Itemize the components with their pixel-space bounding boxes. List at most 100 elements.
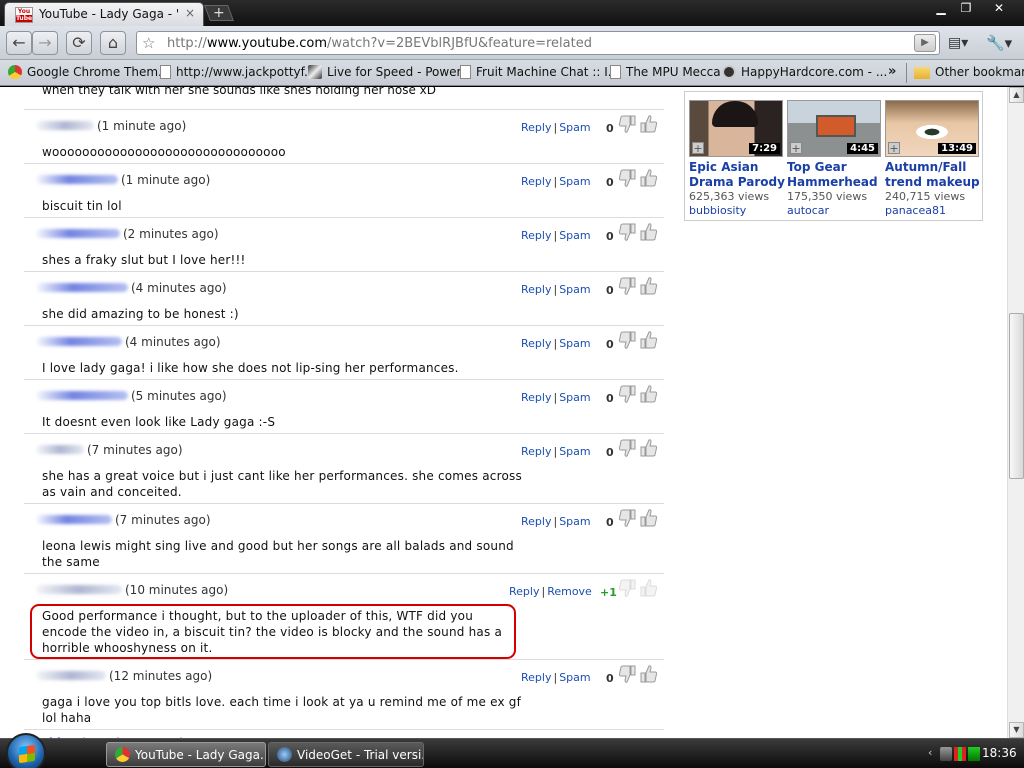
reply-link[interactable]: Reply — [521, 229, 551, 242]
restore-button[interactable]: ❐ — [953, 0, 979, 18]
thumbs-down-icon[interactable] — [618, 578, 636, 598]
vertical-scrollbar[interactable]: ▲ ▼ — [1007, 87, 1024, 738]
thumbs-down-icon[interactable] — [618, 508, 636, 528]
url-text[interactable]: http://www.youtube.com/watch?v=2BEVblRJB… — [167, 36, 592, 51]
blurred-username[interactable] — [36, 283, 128, 292]
blurred-username[interactable] — [36, 229, 120, 238]
thumbs-down-icon[interactable] — [618, 168, 636, 188]
scroll-up-arrow-icon[interactable]: ▲ — [1009, 87, 1024, 103]
thumbs-up-icon[interactable] — [640, 664, 658, 684]
video-thumbnail[interactable]: + 4:45 — [787, 100, 881, 157]
spam-link[interactable]: Spam — [559, 515, 590, 528]
video-thumbnail[interactable]: + 7:29 — [689, 100, 783, 157]
close-window-button[interactable]: ✕ — [985, 0, 1013, 18]
add-to-queue-icon[interactable]: + — [790, 142, 802, 154]
forward-button[interactable]: → — [32, 31, 58, 55]
thumbs-up-icon[interactable] — [640, 508, 658, 528]
video-title[interactable]: Top Gear Hammerhead — [787, 160, 883, 190]
thumbs-up-icon[interactable] — [640, 222, 658, 242]
new-tab-button[interactable]: + — [204, 5, 234, 21]
video-thumbnail[interactable]: + 13:49 — [885, 100, 979, 157]
spam-link[interactable]: Spam — [559, 229, 590, 242]
blurred-username[interactable] — [36, 445, 84, 454]
back-button[interactable]: ← — [6, 31, 32, 55]
thumbs-down-icon[interactable] — [618, 384, 636, 404]
bookmark-item[interactable]: Live for Speed - Power... — [308, 65, 472, 79]
reply-link[interactable]: Reply — [521, 671, 551, 684]
uploader-link[interactable]: bubbiosity — [689, 204, 785, 217]
wrench-menu-icon[interactable]: 🔧▾ — [986, 34, 1012, 52]
reply-link[interactable]: Reply — [521, 283, 551, 296]
blurred-username[interactable] — [36, 121, 94, 130]
page-menu-icon[interactable]: ▤▾ — [948, 35, 968, 51]
uploader-link[interactable]: autocar — [787, 204, 883, 217]
thumbs-down-icon[interactable] — [618, 276, 636, 296]
scrollbar-thumb[interactable] — [1009, 313, 1024, 479]
add-to-queue-icon[interactable]: + — [888, 142, 900, 154]
minimize-button[interactable]: ▁ — [928, 0, 954, 18]
blurred-username[interactable] — [36, 175, 118, 184]
bookmark-item[interactable]: The MPU Mecca — [610, 65, 721, 79]
other-bookmarks[interactable]: Other bookmarks — [914, 65, 1024, 79]
start-button[interactable] — [6, 733, 46, 768]
thumbs-up-icon[interactable] — [640, 276, 658, 296]
thumbs-up-icon[interactable] — [640, 438, 658, 458]
meter-icon[interactable] — [954, 747, 966, 761]
thumbs-up-icon[interactable] — [640, 168, 658, 188]
star-bookmark-icon[interactable]: ☆ — [142, 34, 155, 52]
taskbar-button-chrome[interactable]: YouTube - Lady Gaga... — [106, 742, 266, 767]
spam-link[interactable]: Spam — [559, 391, 590, 404]
video-title[interactable]: Autumn/Fall trend makeup — [885, 160, 981, 190]
thumbs-down-icon[interactable] — [618, 438, 636, 458]
volume-icon[interactable] — [968, 747, 980, 761]
spam-link[interactable]: Spam — [559, 283, 590, 296]
thumbs-down-icon[interactable] — [618, 330, 636, 350]
reply-link[interactable]: Reply — [521, 445, 551, 458]
thumbs-down-icon[interactable] — [618, 114, 636, 134]
home-button[interactable]: ⌂ — [100, 31, 126, 55]
thumbs-up-icon[interactable] — [640, 330, 658, 350]
address-bar[interactable]: ☆ http://www.youtube.com/watch?v=2BEVblR… — [136, 31, 940, 55]
taskbar-button-videoget[interactable]: VideoGet - Trial versi... — [268, 742, 424, 767]
bookmark-item[interactable]: Fruit Machine Chat :: I... — [460, 65, 619, 79]
blurred-username[interactable] — [36, 671, 106, 680]
reply-link[interactable]: Reply — [521, 391, 551, 404]
bookmark-item[interactable]: http://www.jackpottyf... — [160, 65, 315, 79]
reply-link[interactable]: Reply — [509, 585, 539, 598]
spam-link[interactable]: Spam — [559, 121, 590, 134]
bookmarks-overflow-chevron-icon[interactable]: » — [888, 64, 896, 79]
related-video[interactable]: + 4:45 Top Gear Hammerhead 175,350 views … — [787, 100, 883, 217]
related-video[interactable]: + 13:49 Autumn/Fall trend makeup 240,715 … — [885, 100, 981, 217]
clock[interactable]: 18:36 — [982, 746, 1017, 760]
add-to-queue-icon[interactable]: + — [692, 142, 704, 154]
blurred-username[interactable] — [36, 337, 122, 346]
reply-link[interactable]: Reply — [521, 175, 551, 188]
scroll-down-arrow-icon[interactable]: ▼ — [1009, 722, 1024, 738]
thumbs-down-icon[interactable] — [618, 222, 636, 242]
blurred-username[interactable] — [36, 585, 122, 594]
reload-button[interactable]: ⟳ — [66, 31, 92, 55]
spam-link[interactable]: Spam — [559, 671, 590, 684]
thumbs-up-icon[interactable] — [640, 384, 658, 404]
blurred-username[interactable] — [36, 515, 112, 524]
network-icon[interactable] — [940, 747, 952, 761]
reply-link[interactable]: Reply — [521, 121, 551, 134]
thumbs-up-icon[interactable] — [640, 114, 658, 134]
tab-youtube[interactable]: YouTube YouTube - Lady Gaga - "Ba... × — [4, 2, 204, 26]
remove-link[interactable]: Remove — [547, 585, 592, 598]
reply-link[interactable]: Reply — [521, 337, 551, 350]
thumbs-up-icon[interactable] — [640, 578, 658, 598]
spam-link[interactable]: Spam — [559, 337, 590, 350]
bookmark-item[interactable]: HappyHardcore.com - ... — [722, 65, 887, 79]
uploader-link[interactable]: panacea81 — [885, 204, 981, 217]
bookmark-item[interactable]: Google Chrome Them... — [8, 65, 169, 79]
video-title[interactable]: Epic Asian Drama Parody — [689, 160, 785, 190]
spam-link[interactable]: Spam — [559, 175, 590, 188]
spam-link[interactable]: Spam — [559, 445, 590, 458]
go-icon[interactable]: ▶ — [914, 34, 936, 52]
blurred-username[interactable] — [36, 391, 128, 400]
related-video[interactable]: + 7:29 Epic Asian Drama Parody 625,363 vi… — [689, 100, 785, 217]
reply-link[interactable]: Reply — [521, 515, 551, 528]
tab-close-icon[interactable]: × — [185, 6, 195, 20]
thumbs-down-icon[interactable] — [618, 664, 636, 684]
